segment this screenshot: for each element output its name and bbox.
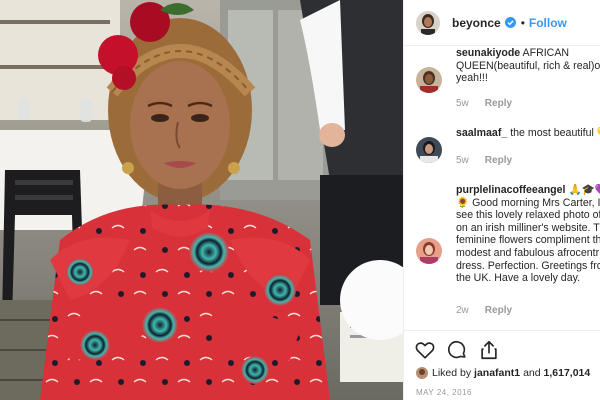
- comment-line: yeah!!!: [456, 72, 488, 85]
- comment-item: saalmaaf_ the most beautiful 💛 5w Reply: [416, 127, 600, 172]
- commenter-avatar-image: [416, 238, 442, 264]
- reply-button[interactable]: Reply: [485, 155, 512, 166]
- post-photo[interactable]: [0, 0, 403, 400]
- header-username[interactable]: beyonce: [452, 16, 501, 30]
- comment-meta: 5w Reply: [456, 155, 512, 166]
- post-header: beyonce • Follow: [404, 0, 600, 46]
- comment-line: on an irish milliner's website. T: [456, 221, 600, 234]
- comment-text: seunakiyode AFRICAN QUEEN(beautiful, ric…: [456, 47, 600, 85]
- comment-line: feminine flowers compliment th: [456, 234, 600, 247]
- beyonce-avatar[interactable]: [416, 10, 440, 35]
- comment-item: seunakiyode AFRICAN QUEEN(beautiful, ric…: [416, 47, 600, 119]
- header-separator: •: [520, 15, 525, 30]
- comment-line: QUEEN(beautiful, rich & real)oh: [456, 59, 600, 72]
- comment-meta: 5w Reply: [456, 98, 512, 109]
- liker-avatar[interactable]: [416, 367, 428, 379]
- commenter-avatar-image: [416, 137, 442, 163]
- comment-username[interactable]: seunakiyode: [456, 47, 520, 59]
- comment-time: 5w: [456, 98, 469, 109]
- comment-line: see this lovely relaxed photo of: [456, 209, 600, 222]
- comment-text: purplelinacoffeeangel 🙏🎓💜 🌻 Good morning…: [456, 184, 600, 285]
- liker-username[interactable]: janafant1: [474, 367, 520, 379]
- likes-count[interactable]: 1,617,014: [544, 367, 591, 379]
- verified-badge-icon: [504, 17, 516, 28]
- comments-panel: beyonce • Follow seunakiyode AFRICAN QUE…: [403, 0, 600, 400]
- reply-button[interactable]: Reply: [485, 98, 512, 109]
- comment-line: dress. Perfection. Greetings fro: [456, 259, 600, 272]
- comment-line: modest and fabulous afrocentr: [456, 246, 600, 259]
- commenter-avatar[interactable]: [416, 238, 442, 264]
- comment-line: AFRICAN: [522, 47, 570, 59]
- post-date: MAY 24, 2016: [416, 388, 472, 397]
- commenter-avatar[interactable]: [416, 137, 442, 163]
- follow-button[interactable]: Follow: [529, 16, 567, 30]
- share-icon[interactable]: [478, 339, 500, 361]
- comment-line: the most beautiful 💛: [510, 127, 600, 139]
- reply-button[interactable]: Reply: [485, 305, 512, 316]
- comment-line: 🙏🎓💜: [568, 184, 600, 196]
- comment-username[interactable]: purplelinacoffeeangel: [456, 184, 566, 196]
- comment-bubble-icon[interactable]: [446, 339, 468, 361]
- action-icons: [414, 339, 500, 361]
- commenter-avatar-image: [416, 67, 442, 93]
- comment-line: 🌻 Good morning Mrs Carter, I: [456, 196, 600, 209]
- comment-item: purplelinacoffeeangel 🙏🎓💜 🌻 Good morning…: [416, 184, 600, 324]
- liker-avatar-image: [416, 367, 428, 379]
- comment-text: saalmaaf_ the most beautiful 💛: [456, 127, 600, 140]
- post-actions: Liked by janafant1 and 1,617,014 MAY 24,…: [404, 330, 600, 400]
- likes-and: and: [523, 367, 541, 379]
- comment-username[interactable]: saalmaaf_: [456, 127, 507, 139]
- photo-illustration: [0, 0, 403, 400]
- heart-icon[interactable]: [414, 339, 436, 361]
- beyonce-avatar-image: [416, 10, 440, 35]
- likes-prefix: Liked by: [432, 367, 472, 379]
- comment-time: 2w: [456, 305, 469, 316]
- comment-time: 5w: [456, 155, 469, 166]
- likes-summary: Liked by janafant1 and 1,617,014: [416, 367, 590, 379]
- comment-meta: 2w Reply: [456, 305, 512, 316]
- commenter-avatar[interactable]: [416, 67, 442, 93]
- comment-line: the UK. Have a lovely day.: [456, 272, 581, 285]
- instagram-post: beyonce • Follow seunakiyode AFRICAN QUE…: [0, 0, 600, 400]
